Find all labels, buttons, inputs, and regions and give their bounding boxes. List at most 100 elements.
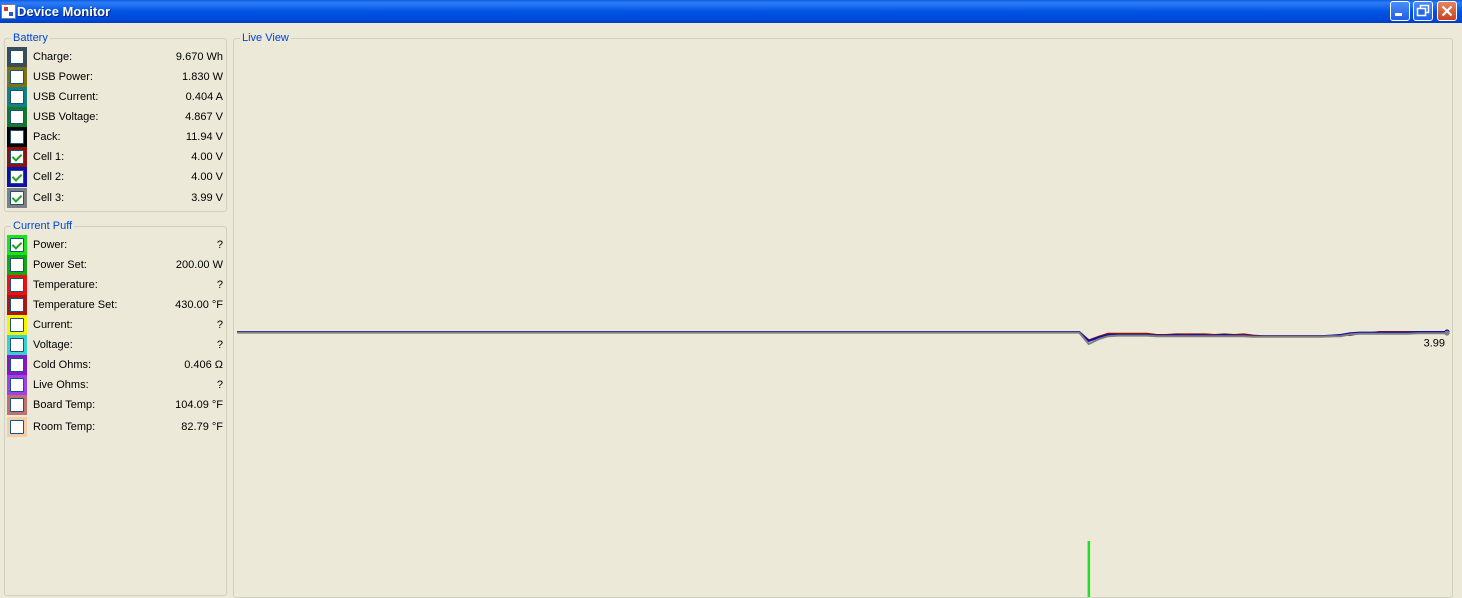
usb-voltage-label: USB Voltage: — [33, 111, 99, 123]
chart-series-line-3 — [237, 331, 1447, 346]
current-puff-group: Current Puff Power:? Power Set: 200.00 W Te… — [4, 220, 227, 596]
row-power-set: Power Set: 200.00 W — [7, 255, 223, 275]
cold-ohms-color-swatch[interactable] — [7, 355, 27, 375]
board-temp-label: Board Temp: — [33, 399, 96, 411]
row-usb-current: USB Current: 0.404 A — [7, 87, 223, 107]
cell-1-label: Cell 1: — [33, 151, 65, 163]
live-ohms-value: ? — [216, 379, 223, 391]
cell-1-checkbox[interactable] — [10, 150, 24, 164]
usb-power-checkbox[interactable] — [10, 70, 24, 84]
board-temp-color-swatch[interactable] — [7, 395, 27, 415]
charge-color-swatch[interactable] — [7, 47, 27, 67]
power-checkbox[interactable] — [10, 238, 24, 252]
cold-ohms-label: Cold Ohms: — [33, 359, 92, 371]
usb-current-label: USB Current: — [33, 91, 99, 103]
row-temperature: Temperature:? — [7, 275, 223, 295]
voltage-checkbox[interactable] — [10, 338, 24, 352]
title-bar[interactable]: Device Monitor — [0, 0, 1462, 23]
chart-value-label: 3.99 — [1424, 338, 1445, 350]
usb-current-value: 0.404 A — [185, 91, 223, 103]
chart-series-endpoint-3 — [1444, 330, 1450, 336]
cell-3-checkbox[interactable] — [10, 191, 24, 205]
row-board-temp: Board Temp: 104.09 °F — [7, 395, 223, 415]
temperature-set-color-swatch[interactable] — [7, 295, 27, 315]
board-temp-value: 104.09 °F — [175, 399, 223, 411]
room-temp-label: Room Temp: — [33, 421, 96, 433]
row-voltage: Voltage:? — [7, 335, 223, 355]
row-power: Power:? — [7, 235, 223, 255]
usb-power-color-swatch[interactable] — [7, 67, 27, 87]
usb-current-checkbox[interactable] — [10, 90, 24, 104]
row-cell-2: Cell 2: 4.00 V — [7, 167, 223, 187]
restore-icon — [1416, 4, 1430, 17]
cell-3-label: Cell 3: — [33, 192, 65, 204]
temperature-set-checkbox[interactable] — [10, 298, 24, 312]
cold-ohms-value: 0.406 Ω — [184, 359, 223, 371]
current-checkbox[interactable] — [10, 318, 24, 332]
power-set-checkbox[interactable] — [10, 258, 24, 272]
charge-label: Charge: — [33, 51, 73, 63]
row-cell-3: Cell 3: 3.99 V — [7, 188, 223, 208]
cell-2-checkbox[interactable] — [10, 170, 24, 184]
row-cell-1: Cell 1: 4.00 V — [7, 147, 223, 167]
cell-2-color-swatch[interactable] — [7, 167, 27, 187]
current-color-swatch[interactable] — [7, 315, 27, 335]
temperature-set-value: 430.00 °F — [175, 299, 223, 311]
pack-color-swatch[interactable] — [7, 127, 27, 147]
chart-series-group — [237, 329, 1450, 346]
row-charge: Charge: 9.670 Wh — [7, 47, 223, 67]
temperature-color-swatch[interactable] — [7, 275, 27, 295]
app-icon[interactable] — [1, 4, 16, 19]
row-temperature-set: Temperature Set: 430.00 °F — [7, 295, 223, 315]
pack-checkbox[interactable] — [10, 130, 24, 144]
cold-ohms-checkbox[interactable] — [10, 358, 24, 372]
room-temp-color-swatch[interactable] — [7, 417, 27, 437]
cell-1-value: 4.00 V — [191, 151, 223, 163]
power-set-color-swatch[interactable] — [7, 255, 27, 275]
usb-voltage-value: 4.867 V — [185, 111, 223, 123]
current-label: Current: — [33, 319, 73, 331]
battery-group: Battery Charge: 9.670 Wh USB Power: 1.830 W… — [4, 32, 227, 212]
live-view-chart[interactable]: 3.99 — [234, 39, 1452, 597]
usb-voltage-checkbox[interactable] — [10, 110, 24, 124]
row-room-temp: Room Temp: 82.79 °F — [7, 417, 223, 437]
close-button[interactable] — [1437, 1, 1457, 21]
board-temp-checkbox[interactable] — [10, 398, 24, 412]
power-color-swatch[interactable] — [7, 235, 27, 255]
power-set-label: Power Set: — [33, 259, 87, 271]
temperature-label: Temperature: — [33, 279, 98, 291]
row-pack: Pack: 11.94 V — [7, 127, 223, 147]
voltage-value: ? — [216, 339, 223, 351]
row-cold-ohms: Cold Ohms: 0.406 Ω — [7, 355, 223, 375]
restore-button[interactable] — [1413, 1, 1433, 21]
row-usb-voltage: USB Voltage: 4.867 V — [7, 107, 223, 127]
minimize-icon — [1395, 13, 1402, 16]
voltage-color-swatch[interactable] — [7, 335, 27, 355]
cell-3-color-swatch[interactable] — [7, 188, 27, 208]
power-label: Power: — [33, 239, 68, 251]
live-ohms-color-swatch[interactable] — [7, 375, 27, 395]
window-title: Device Monitor — [17, 4, 111, 19]
pack-value: 11.94 V — [185, 131, 223, 143]
live-ohms-checkbox[interactable] — [10, 378, 24, 392]
usb-power-label: USB Power: — [33, 71, 93, 83]
voltage-label: Voltage: — [33, 339, 73, 351]
minimize-button[interactable] — [1390, 1, 1410, 21]
usb-current-color-swatch[interactable] — [7, 87, 27, 107]
room-temp-checkbox[interactable] — [10, 420, 24, 434]
usb-voltage-color-swatch[interactable] — [7, 107, 27, 127]
charge-value: 9.670 Wh — [175, 51, 223, 63]
cell-1-color-swatch[interactable] — [7, 147, 27, 167]
charge-checkbox[interactable] — [10, 50, 24, 64]
temperature-checkbox[interactable] — [10, 278, 24, 292]
pack-label: Pack: — [33, 131, 61, 143]
row-usb-power: USB Power: 1.830 W — [7, 67, 223, 87]
row-live-ohms: Live Ohms:? — [7, 375, 223, 395]
live-view-group: Live View 3.99 — [233, 32, 1453, 598]
usb-power-value: 1.830 W — [182, 71, 223, 83]
cell-2-label: Cell 2: — [33, 171, 65, 183]
close-icon — [1441, 5, 1453, 17]
cell-2-value: 4.00 V — [191, 171, 223, 183]
current-puff-legend: Current Puff — [11, 220, 75, 233]
live-ohms-label: Live Ohms: — [33, 379, 89, 391]
